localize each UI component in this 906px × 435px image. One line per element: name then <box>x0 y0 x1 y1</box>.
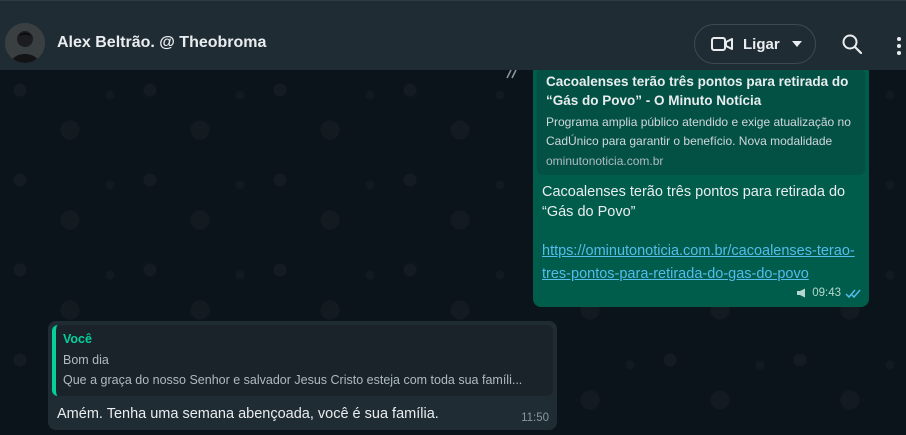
kebab-menu-icon <box>897 37 901 55</box>
message-time: 11:50 <box>521 412 549 424</box>
menu-button[interactable] <box>894 36 904 56</box>
call-button[interactable]: Ligar <box>694 24 816 64</box>
call-button-label: Ligar <box>743 35 780 53</box>
video-camera-icon <box>711 36 733 52</box>
message-text: Amém. Tenha uma semana abençoada, você é… <box>57 406 439 422</box>
quoted-author: Você <box>63 332 92 346</box>
avatar[interactable] <box>5 23 45 63</box>
message-text: Cacoalenses terão três pontos para retir… <box>542 184 846 220</box>
forward-icon <box>505 70 521 79</box>
link-preview-card[interactable]: Cacoalenses terão três pontos para retir… <box>537 70 865 175</box>
chevron-down-icon <box>791 41 802 47</box>
search-icon <box>842 34 863 55</box>
quoted-message[interactable]: Você Bom dia Que a graça do nosso Senhor… <box>52 325 553 396</box>
message-time: 09:43 <box>812 287 841 299</box>
search-button[interactable] <box>840 32 864 56</box>
chat-header: Alex Beltrão. @ Theobroma Ligar <box>0 0 906 70</box>
link-preview-title: Cacoalenses terão três pontos para retir… <box>546 74 849 108</box>
avatar-photo-icon <box>5 23 45 63</box>
quoted-line: Que a graça do nosso Senhor e salvador J… <box>63 373 523 387</box>
message-meta: 09:43 <box>796 287 861 299</box>
outgoing-message[interactable]: Cacoalenses terão três pontos para retir… <box>506 70 869 307</box>
link-preview-description: Programa amplia público atendido e exige… <box>546 115 851 148</box>
megaphone-icon <box>796 288 808 298</box>
quoted-line: Bom dia <box>63 353 109 367</box>
double-check-icon <box>845 288 861 299</box>
message-link[interactable]: https://ominutonoticia.com.br/cacoalense… <box>537 222 865 286</box>
message-list[interactable]: Cacoalenses terão três pontos para retir… <box>0 70 906 435</box>
incoming-message[interactable]: Você Bom dia Que a graça do nosso Senhor… <box>48 321 557 430</box>
contact-name[interactable]: Alex Beltrão. @ Theobroma <box>57 34 266 52</box>
link-preview-domain: ominutonoticia.com.br <box>546 154 664 168</box>
chat-window: Alex Beltrão. @ Theobroma Ligar Cacoalen… <box>0 0 906 435</box>
